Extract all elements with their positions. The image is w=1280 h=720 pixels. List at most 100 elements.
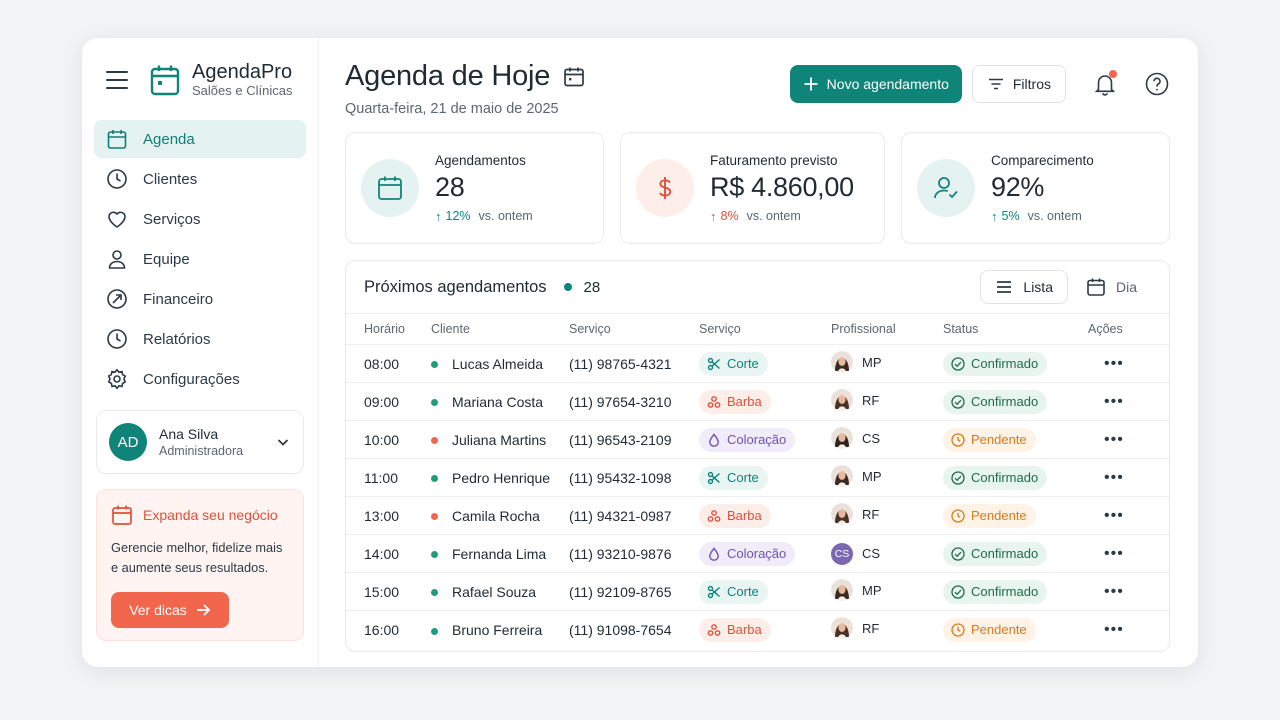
- cell-status: Confirmado: [943, 458, 1088, 497]
- avatar: [831, 579, 853, 601]
- cell-status: Pendente: [943, 420, 1088, 459]
- sidebar-item-label: Serviços: [143, 210, 201, 228]
- avatar: [831, 351, 853, 373]
- user-menu[interactable]: AD Ana Silva Administradora: [96, 410, 304, 474]
- stat-card-revenue: Faturamento previsto R$ 4.860,00 ↑ 8% vs…: [620, 132, 885, 244]
- calendar-icon[interactable]: [562, 65, 586, 89]
- client-name: Camila Rocha: [452, 507, 540, 524]
- gear-icon: [106, 368, 143, 390]
- sidebar-item-agenda[interactable]: Agenda: [94, 120, 306, 158]
- help-button[interactable]: [1144, 71, 1170, 97]
- more-actions-icon[interactable]: •••: [1088, 583, 1124, 600]
- cell-status: Confirmado: [943, 382, 1088, 421]
- cell-time: 08:00: [346, 344, 431, 383]
- cell-actions: •••: [1088, 344, 1169, 383]
- filter-icon: [988, 78, 1003, 90]
- cell-status: Pendente: [943, 611, 1088, 649]
- professional-initials: CS: [862, 546, 881, 561]
- ver-dicas-button[interactable]: Ver dicas: [111, 592, 229, 628]
- table-row[interactable]: 10:00 Juliana Martins (11) 96543-2109 Color…: [346, 420, 1169, 459]
- stat-card-appointments: Agendamentos 28 ↑ 12% vs. ontem: [345, 132, 604, 244]
- appointments-count: 28: [583, 278, 601, 296]
- avatar: [831, 465, 853, 487]
- check-circle-icon: [951, 546, 971, 561]
- sidebar: AgendaPro Salões e Clínicas Agenda Client…: [82, 38, 319, 667]
- sidebar-item-financeiro[interactable]: Financeiro: [94, 280, 306, 318]
- column-header: Profissional: [831, 313, 943, 345]
- sidebar-item-servicos[interactable]: Serviços: [94, 200, 306, 238]
- cell-client: Rafael Souza: [431, 572, 569, 611]
- arrow-right-icon: [196, 604, 211, 616]
- table-row[interactable]: 09:00 Mariana Costa (11) 97654-3210 Barba RF…: [346, 382, 1169, 421]
- cell-phone: (11) 91098-7654: [569, 621, 672, 638]
- cell-phone: (11) 95432-1098: [569, 458, 699, 497]
- more-actions-icon[interactable]: •••: [1088, 393, 1124, 410]
- cell-actions: •••: [1088, 534, 1169, 573]
- cell-professional: MP: [831, 572, 943, 611]
- view-day-button[interactable]: Dia: [1072, 270, 1151, 304]
- clock-icon: [951, 432, 971, 447]
- mustache-icon: [707, 623, 727, 637]
- client-name: Bruno Ferreira: [452, 621, 543, 638]
- table-row[interactable]: 16:00 Bruno Ferreira (11) 91098-7654 Barba R…: [346, 611, 1169, 649]
- promo-text: Gerencie melhor, fidelize mais e aumente…: [111, 540, 283, 575]
- cell-service: Coloração: [699, 534, 831, 573]
- notifications-button[interactable]: [1092, 70, 1118, 97]
- cell-client: Camila Rocha: [431, 496, 569, 535]
- avatar: [831, 427, 853, 449]
- user-role: Administradora: [159, 443, 244, 458]
- sidebar-item-clientes[interactable]: Clientes: [94, 160, 306, 198]
- stat-value: 92%: [991, 171, 1045, 202]
- cell-status: Confirmado: [943, 534, 1088, 573]
- cell-status: Confirmado: [943, 344, 1088, 383]
- calendar-icon: [378, 176, 402, 200]
- sidebar-item-configuracoes[interactable]: Configurações: [94, 360, 306, 398]
- cell-phone: (11) 98765-4321: [569, 344, 699, 383]
- more-actions-icon[interactable]: •••: [1088, 431, 1124, 448]
- check-circle-icon: [951, 394, 971, 409]
- filter-button[interactable]: Filtros: [971, 65, 1066, 103]
- brand: AgendaPro Salões e Clínicas: [94, 60, 306, 100]
- cell-professional: RF: [831, 382, 943, 421]
- page-date: Quarta-feira, 21 de maio de 2025: [345, 101, 559, 117]
- sidebar-item-label: Configurações: [143, 370, 240, 388]
- new-appointment-button[interactable]: Novo agendamento: [789, 65, 962, 103]
- table-row[interactable]: 11:00 Pedro Henrique (11) 95432-1098 Corte M…: [346, 458, 1169, 497]
- column-header: Status: [943, 313, 1088, 345]
- table-row[interactable]: 13:00 Camila Rocha (11) 94321-0987 Barba RF P…: [346, 496, 1169, 535]
- more-actions-icon[interactable]: •••: [1088, 469, 1124, 486]
- sidebar-item-label: Clientes: [143, 170, 198, 188]
- cell-time: 15:00: [346, 572, 431, 611]
- avatar: CS: [831, 542, 853, 565]
- more-actions-icon[interactable]: •••: [1088, 545, 1124, 562]
- clock-icon: [106, 168, 143, 190]
- table-row[interactable]: 08:00 Lucas Almeida (11) 98765-4321 Corte MP…: [346, 344, 1169, 383]
- cell-professional: MP: [831, 344, 943, 383]
- professional-initials: RF: [862, 392, 880, 408]
- sidebar-item-equipe[interactable]: Equipe: [94, 240, 306, 278]
- client-name: Lucas Almeida: [452, 355, 544, 372]
- more-actions-icon[interactable]: •••: [1088, 355, 1124, 372]
- cell-service: Barba: [699, 611, 831, 649]
- table-row[interactable]: 15:00 Rafael Souza (11) 92109-8765 Corte MP C…: [346, 572, 1169, 611]
- view-list-button[interactable]: Lista: [980, 270, 1068, 304]
- user-check-icon: [934, 177, 958, 199]
- heart-icon: [108, 211, 126, 228]
- calendar-icon: [106, 128, 143, 150]
- mustache-icon: [707, 509, 727, 523]
- cell-phone: (11) 92109-8765: [569, 572, 699, 611]
- brand-subtitle: Salões e Clínicas: [192, 83, 293, 98]
- cell-actions: •••: [1088, 611, 1169, 649]
- cell-client: Mariana Costa: [431, 382, 569, 421]
- more-actions-icon[interactable]: •••: [1088, 621, 1124, 638]
- dollar-icon: [659, 177, 672, 199]
- stat-label: Faturamento previsto: [710, 152, 838, 168]
- status-badge: Confirmado: [943, 465, 1048, 490]
- sidebar-item-relatorios[interactable]: Relatórios: [94, 320, 306, 358]
- clock-icon: [107, 329, 127, 349]
- sidebar-item-label: Financeiro: [143, 290, 214, 308]
- more-actions-icon[interactable]: •••: [1088, 507, 1124, 524]
- table-row[interactable]: 14:00 Fernanda Lima (11) 93210-9876 Coloraç…: [346, 534, 1169, 573]
- hamburger-menu-icon[interactable]: [106, 71, 128, 89]
- cell-time: 16:00: [364, 621, 400, 638]
